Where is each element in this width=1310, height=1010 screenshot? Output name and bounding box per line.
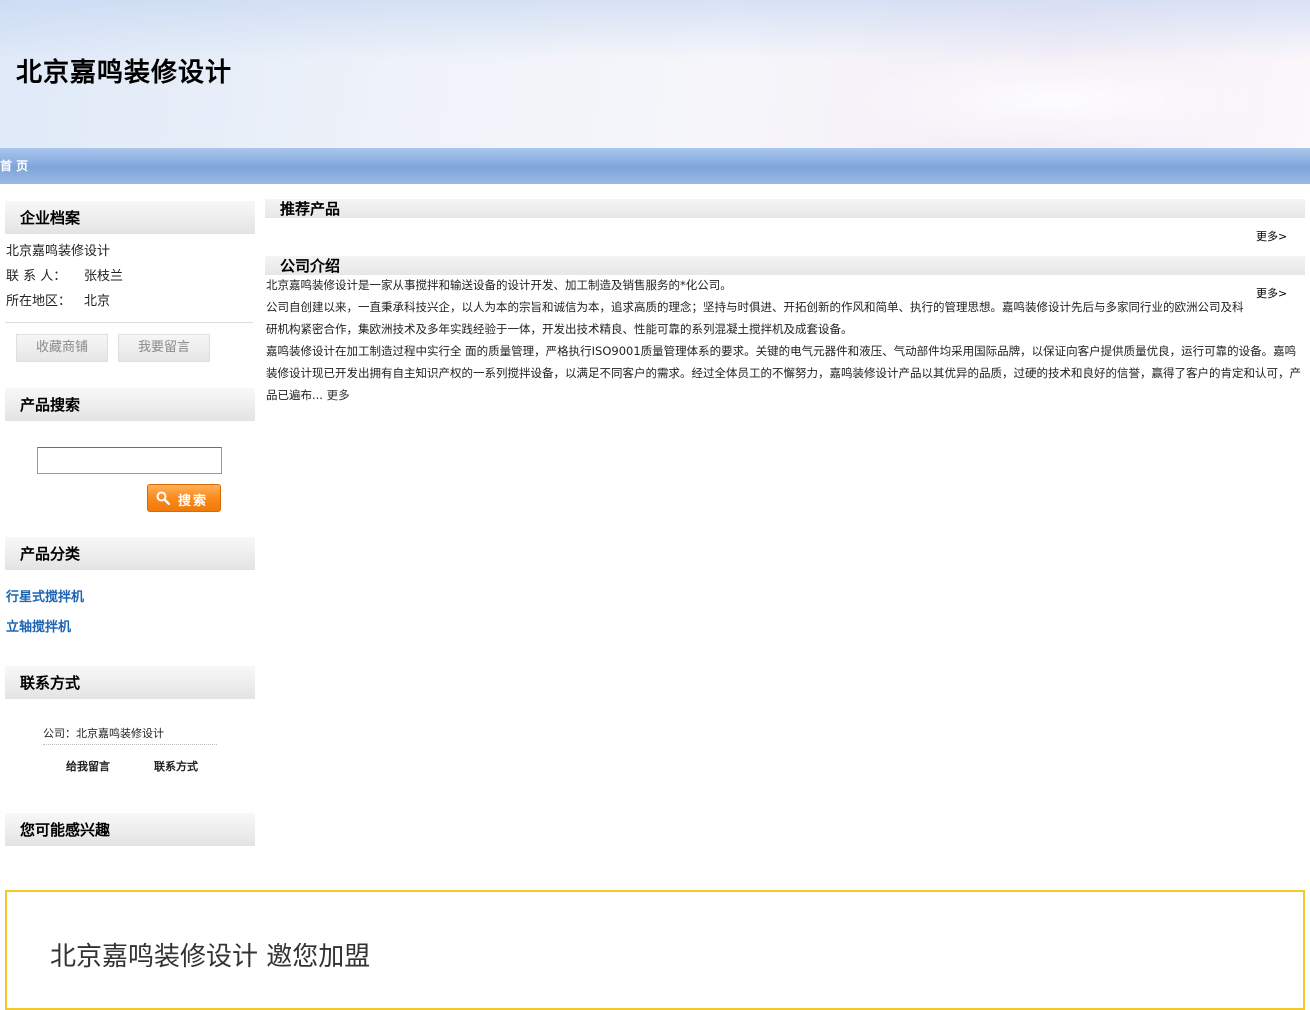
- interest-heading-text: 您可能感兴趣: [20, 821, 111, 839]
- recommended-more-link[interactable]: 更多>: [1256, 228, 1287, 244]
- company-intro: 北京嘉鸣装修设计是一家从事搅拌和输送设备的设计开发、加工制造及销售服务的*化公司…: [266, 274, 1302, 406]
- search-heading: 产品搜索: [5, 388, 255, 421]
- contact-heading-text: 联系方式: [20, 674, 81, 692]
- profile-company: 北京嘉鸣装修设计: [6, 244, 111, 259]
- profile-divider: [5, 322, 253, 323]
- category-heading-text: 产品分类: [20, 545, 81, 563]
- nav-home-link[interactable]: 首 页: [0, 157, 28, 174]
- intro-paragraph: 嘉鸣装修设计在加工制造过程中实行全 面的质量管理，严格执行ISO9001质量管理…: [266, 344, 1301, 402]
- recommended-heading-text: 推荐产品: [280, 200, 341, 218]
- profile-region-label: 所在地区：: [6, 294, 72, 309]
- category-heading: 产品分类: [5, 537, 255, 570]
- intro-paragraph: 公司自创建以来，一直秉承科技兴企，以人为本的宗旨和诚信为本，追求高质的理念；坚持…: [266, 300, 1244, 336]
- interest-heading: 您可能感兴趣: [5, 813, 255, 846]
- category-link-planetary-mixer[interactable]: 行星式搅拌机: [6, 586, 84, 605]
- contact-info-link[interactable]: 联系方式: [154, 758, 198, 774]
- intro-inline-more-link[interactable]: 更多: [327, 388, 350, 402]
- header-banner: 北京嘉鸣装修设计: [0, 0, 1310, 148]
- join-banner: 北京嘉鸣装修设计 邀您加盟: [5, 890, 1305, 1010]
- contact-divider: [43, 744, 217, 745]
- intro-heading: 公司介绍: [265, 256, 1305, 275]
- contact-heading: 联系方式: [5, 666, 255, 699]
- magnifier-icon: [156, 491, 170, 505]
- profile-contact-label: 联 系 人：: [6, 269, 67, 284]
- profile-region-row: 所在地区： 北京: [6, 290, 110, 309]
- category-link-vertical-shaft-mixer[interactable]: 立轴搅拌机: [6, 616, 71, 635]
- site-title: 北京嘉鸣装修设计: [16, 58, 233, 88]
- join-title: 北京嘉鸣装修设计 邀您加盟: [50, 942, 371, 972]
- leave-message-button[interactable]: 我要留言: [118, 334, 210, 362]
- favorite-shop-button[interactable]: 收藏商铺: [16, 334, 108, 362]
- leave-message-link[interactable]: 给我留言: [66, 758, 110, 774]
- product-search-input[interactable]: [37, 447, 222, 474]
- profile-heading-text: 企业档案: [20, 209, 81, 227]
- intro-paragraph: 北京嘉鸣装修设计是一家从事搅拌和输送设备的设计开发、加工制造及销售服务的*化公司…: [266, 278, 732, 292]
- search-button[interactable]: 搜索: [147, 484, 221, 512]
- nav-bar: 首 页: [0, 148, 1310, 184]
- profile-region-value: 北京: [84, 294, 111, 309]
- search-heading-text: 产品搜索: [20, 396, 81, 414]
- contact-company-line: 公司：北京嘉鸣装修设计: [43, 727, 164, 740]
- profile-heading: 企业档案: [5, 201, 255, 234]
- profile-contact-row: 联 系 人： 张枝兰: [6, 265, 123, 284]
- recommended-heading: 推荐产品: [265, 199, 1305, 218]
- intro-heading-text: 公司介绍: [280, 257, 341, 275]
- profile-contact-value: 张枝兰: [84, 269, 124, 284]
- search-button-label: 搜索: [178, 494, 209, 509]
- intro-paragraph-last: 嘉鸣装修设计在加工制造过程中实行全 面的质量管理，严格执行ISO9001质量管理…: [266, 340, 1302, 406]
